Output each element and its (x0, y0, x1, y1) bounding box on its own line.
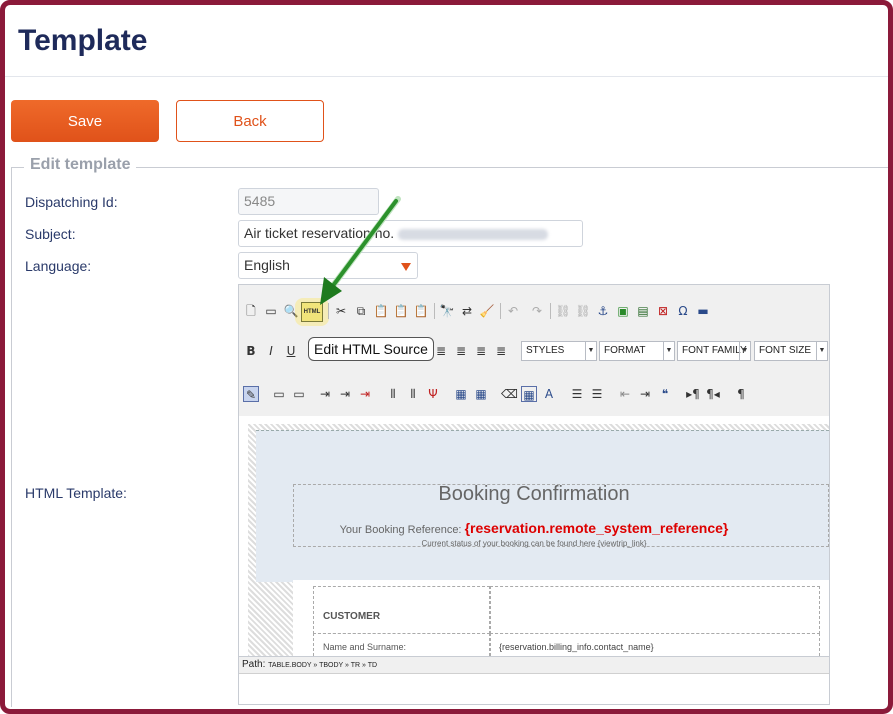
link-icon[interactable]: ⛓ (555, 303, 571, 319)
insert-row-icon[interactable]: ⇥ (317, 386, 333, 402)
find-icon[interactable]: 🔭 (439, 303, 455, 319)
toolbar-row-3: ✎ ▭ ▭ ⇥ ⇥ ⇥ ⫴ ⫴ Ψ ▦ ▦ ⌫ ▦ A ☰ ☰ ⇤ ⇥ ❝ ▸¶… (239, 377, 829, 417)
fieldset-border-left (11, 167, 12, 707)
col-before-icon[interactable]: ⫴ (385, 386, 401, 402)
anchor-icon[interactable]: ⚓ (595, 303, 611, 319)
separator (434, 303, 435, 319)
outdent-icon[interactable]: ⇤ (617, 386, 633, 402)
numbered-list-icon[interactable]: ☰ (589, 386, 605, 402)
reference-variable: {reservation.remote_system_reference} (464, 520, 729, 536)
format-dropdown[interactable]: FORMAT ▼ (599, 341, 675, 361)
merge-cells-icon[interactable]: ▦ (473, 386, 489, 402)
path-value: TABLE.BODY » TBODY » TR » TD (268, 662, 378, 669)
ltr-icon[interactable]: ▸¶ (685, 386, 701, 402)
dropdown-arrow-icon: ▼ (663, 342, 674, 360)
table-cell (313, 586, 490, 634)
horizontal-rule-icon[interactable]: ▬ (695, 303, 711, 319)
subject-label: Subject: (25, 226, 76, 242)
dispatching-id-label: Dispatching Id: (25, 194, 118, 210)
underline-icon[interactable]: U (283, 343, 299, 359)
split-cells-icon[interactable]: ▦ (453, 386, 469, 402)
editor-statusbar: Path: TABLE.BODY » TBODY » TR » TD (239, 656, 829, 673)
bullet-list-icon[interactable]: ☰ (569, 386, 585, 402)
editor-content[interactable]: Booking Confirmation Your Booking Refere… (239, 416, 829, 657)
indent-icon[interactable]: ⇥ (637, 386, 653, 402)
delete-row-icon[interactable]: ⇥ (357, 386, 373, 402)
reference-prefix: Your Booking Reference: (339, 524, 462, 536)
styles-dropdown[interactable]: STYLES ▼ (521, 341, 597, 361)
editor-bottom (239, 673, 829, 704)
language-value: English (244, 257, 290, 273)
new-document-icon[interactable]: 🗋 (243, 303, 259, 319)
align-left-icon[interactable]: ≣ (433, 343, 449, 359)
page-title: Template (18, 24, 148, 57)
name-value: {reservation.billing_info.contact_name} (499, 642, 654, 652)
fieldset-legend: Edit template (24, 156, 137, 174)
customer-heading: CUSTOMER (323, 611, 381, 622)
insert-col-icon[interactable]: ⇥ (337, 386, 353, 402)
bold-icon[interactable]: B (243, 343, 259, 359)
template-icon[interactable]: ▭ (263, 303, 279, 319)
unlink-icon[interactable]: ⛓ (575, 303, 591, 319)
rtl-icon[interactable]: ¶◂ (705, 386, 721, 402)
subject-field[interactable]: Air ticket reservation no. (238, 220, 583, 247)
font-family-dropdown[interactable]: FONT FAMILY ▼ (677, 341, 751, 361)
font-size-label: FONT SIZE (759, 345, 812, 356)
tooltip: Edit HTML Source (308, 337, 434, 361)
align-center-icon[interactable]: ≣ (453, 343, 469, 359)
divider (5, 76, 888, 77)
show-blocks-icon[interactable]: ¶ (733, 386, 749, 402)
back-button[interactable]: Back (176, 100, 324, 142)
html-template-label: HTML Template: (25, 485, 127, 501)
row-after-icon[interactable]: ▭ (291, 386, 307, 402)
align-right-icon[interactable]: ≣ (473, 343, 489, 359)
cleanup-icon[interactable]: 🧹 (479, 303, 495, 319)
save-button[interactable]: Save (11, 100, 159, 142)
table-icon[interactable]: ▦ (521, 386, 537, 402)
reference-line: Your Booking Reference: {reservation.rem… (239, 520, 829, 536)
eraser-icon[interactable]: ⌫ (501, 386, 518, 402)
delete-col-icon[interactable]: Ψ (425, 386, 441, 402)
special-char-icon[interactable]: Ω (675, 303, 691, 319)
name-label: Name and Surname: (323, 642, 407, 652)
path-label: Path: (242, 659, 266, 670)
styles-label: STYLES (526, 345, 565, 356)
cleanup-html-icon[interactable]: ⊠ (655, 303, 671, 319)
dropdown-arrow-icon: ▼ (816, 342, 827, 360)
dropdown-arrow-icon: ▼ (585, 342, 596, 360)
replace-icon[interactable]: ⇄ (459, 303, 475, 319)
media-icon[interactable]: ▤ (635, 303, 651, 319)
booking-title: Booking Confirmation (438, 483, 630, 505)
redacted-text (398, 228, 549, 240)
paste-word-icon[interactable]: 📋 (413, 303, 429, 319)
table-cell (490, 586, 820, 634)
blockquote-icon[interactable]: ❝ (657, 386, 673, 402)
dropdown-arrow-icon: ▼ (739, 342, 750, 360)
status-line: Current status of your booking can be fo… (421, 539, 647, 548)
col-after-icon[interactable]: ⫴ (405, 386, 421, 402)
row-before-icon[interactable]: ▭ (271, 386, 287, 402)
italic-icon[interactable]: I (263, 343, 279, 359)
font-size-dropdown[interactable]: FONT SIZE ▼ (754, 341, 828, 361)
redo-icon[interactable]: ↷ (529, 303, 545, 319)
separator (550, 303, 551, 319)
undo-icon[interactable]: ↶ (505, 303, 521, 319)
green-arrow-annotation (320, 196, 401, 305)
visual-aid-icon[interactable]: ✎ (243, 386, 259, 402)
font-family-label: FONT FAMILY (682, 345, 747, 356)
align-justify-icon[interactable]: ≣ (493, 343, 509, 359)
fieldset-border-top (11, 167, 888, 168)
text-color-icon[interactable]: A (541, 386, 557, 402)
separator (500, 303, 501, 319)
image-icon[interactable]: ▣ (615, 303, 631, 319)
format-label: FORMAT (604, 345, 646, 356)
language-label: Language: (25, 258, 92, 274)
